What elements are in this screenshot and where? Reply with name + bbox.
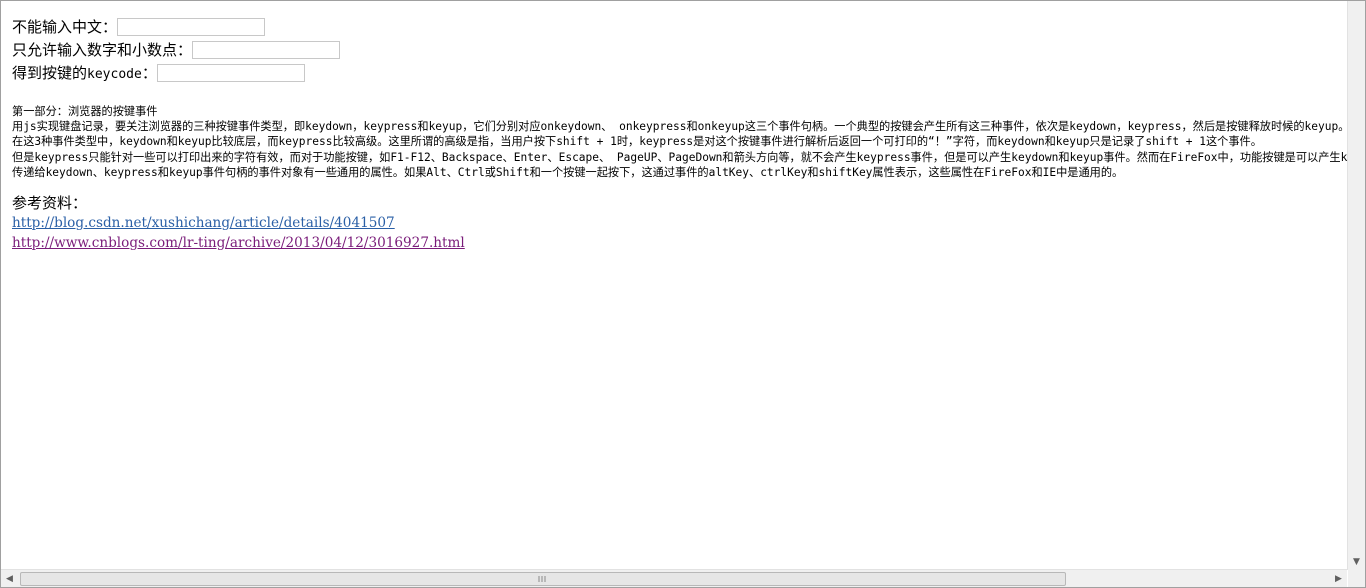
form-row-keycode: 得到按键的keycode： [12, 61, 1347, 84]
keycode-label-prefix: 得到按键的 [12, 64, 88, 82]
section-paragraph-3: 但是keypress只能针对一些可以打印出来的字符有效，而对于功能按键，如F1-… [12, 150, 1347, 164]
scroll-left-icon[interactable]: ◀ [1, 570, 18, 587]
section-paragraph-4: 传递给keydown、keypress和keyup事件句柄的事件对象有一些通用的… [12, 165, 1124, 179]
numbers-only-label: 只允许输入数字和小数点： [12, 41, 193, 59]
no-chinese-input[interactable] [117, 17, 266, 36]
horizontal-scroll-thumb[interactable] [20, 572, 1066, 586]
section-paragraph-2: 在这3种事件类型中，keydown和keyup比较底层，而keypress比较高… [12, 135, 1262, 149]
reference-link-cnblogs[interactable]: http://www.cnblogs.com/lr-ting/archive/2… [12, 234, 465, 252]
scroll-grip-icon [538, 576, 548, 582]
no-chinese-label: 不能输入中文： [12, 18, 118, 36]
reference-link-csdn[interactable]: http://blog.csdn.net/xushichang/article/… [12, 214, 395, 232]
references-title: 参考资料： [12, 194, 88, 213]
form-row-no-chinese: 不能输入中文： [12, 15, 1347, 38]
horizontal-scrollbar[interactable]: ◀ ▶ [1, 569, 1347, 587]
browser-viewport: 不能输入中文： 只允许输入数字和小数点： 得到按键的keycode： 第一部分：… [0, 0, 1366, 588]
form-row-numbers-only: 只允许输入数字和小数点： [12, 38, 1347, 61]
scrollbar-corner [1348, 570, 1365, 587]
keycode-label-code: keycode [87, 67, 142, 82]
section-paragraph-1: 用js实现键盘记录，要关注浏览器的三种按键事件类型，即keydown，keypr… [12, 120, 1347, 134]
numbers-only-input[interactable] [192, 40, 341, 59]
keycode-label-suffix: ： [141, 64, 157, 82]
vertical-scrollbar[interactable]: ▼ [1347, 1, 1365, 570]
keycode-label: 得到按键的keycode： [12, 62, 157, 83]
keycode-input[interactable] [156, 63, 305, 82]
references: 参考资料： http://blog.csdn.net/xushichang/ar… [12, 194, 1347, 252]
scroll-right-icon[interactable]: ▶ [1330, 570, 1347, 587]
section-heading: 第一部分：浏览器的按键事件 [12, 105, 158, 118]
scroll-down-icon[interactable]: ▼ [1348, 553, 1365, 570]
page-content: 不能输入中文： 只允许输入数字和小数点： 得到按键的keycode： 第一部分：… [12, 15, 1347, 569]
key-events-section: 第一部分：浏览器的按键事件 用js实现键盘记录，要关注浏览器的三种按键事件类型，… [12, 104, 1347, 180]
